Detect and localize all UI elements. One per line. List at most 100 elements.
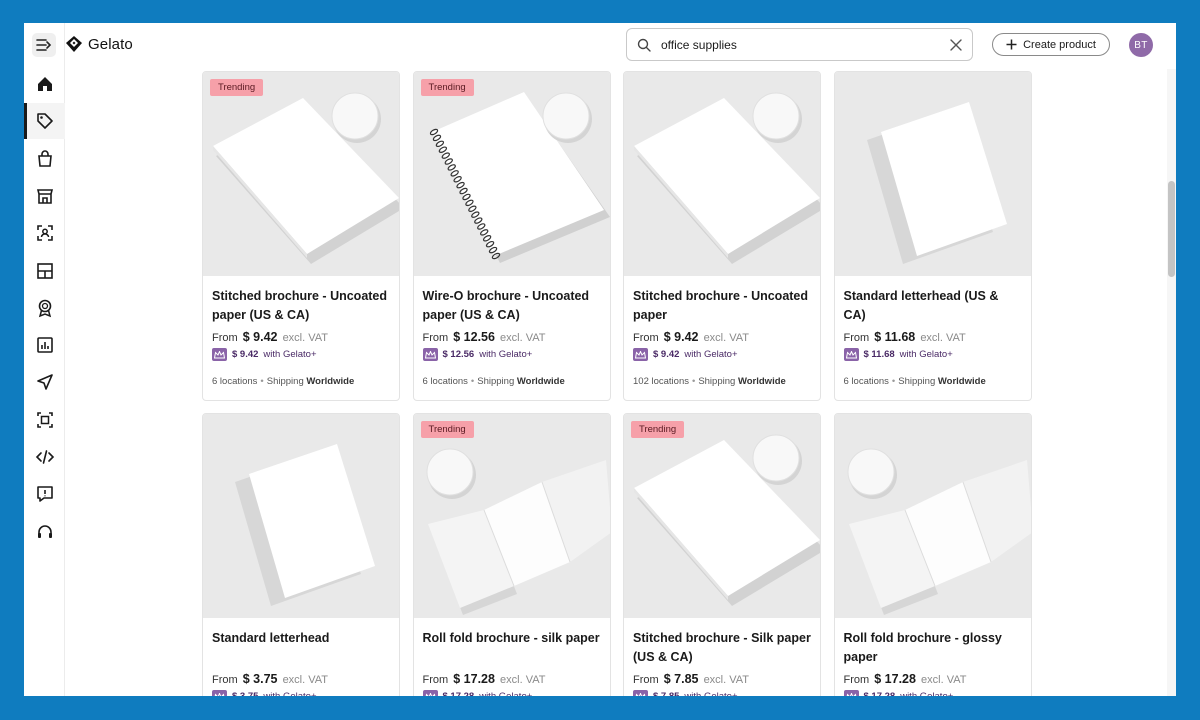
menu-collapse-icon xyxy=(36,39,52,51)
scrollbar-thumb[interactable] xyxy=(1168,181,1175,277)
vat-label: excl. VAT xyxy=(500,332,546,344)
with-gelato-label: with Gelato+ xyxy=(479,691,532,696)
price-line: From $ 11.68 excl. VAT xyxy=(844,330,1022,344)
price-line: From $ 3.75 excl. VAT xyxy=(212,672,390,686)
crown-icon xyxy=(212,348,227,361)
scrollbar[interactable] xyxy=(1167,69,1176,696)
sidebar-item-analytics[interactable] xyxy=(24,327,65,363)
price-line: From $ 17.28 excl. VAT xyxy=(844,672,1022,686)
sidebar-item-store[interactable] xyxy=(24,178,65,214)
code-icon xyxy=(35,450,54,464)
product-price: $ 7.85 xyxy=(663,672,699,686)
gelato-plus-price: $ 3.75 with Gelato+ xyxy=(212,690,390,696)
sticker-sample xyxy=(752,92,802,143)
trending-badge: Trending xyxy=(210,79,264,96)
trending-badge: Trending xyxy=(420,79,474,96)
gelato-plus-price: $ 17.28 with Gelato+ xyxy=(422,690,601,696)
product-card[interactable]: Trending Stitched brochure - Silk paper (… xyxy=(623,413,821,696)
plus-price: $ 3.75 xyxy=(232,691,258,696)
from-label: From xyxy=(843,332,870,344)
analytics-icon xyxy=(36,337,53,353)
sidebar-toggle-button[interactable] xyxy=(32,33,56,57)
plus-price: $ 7.85 xyxy=(653,691,679,696)
product-info: Roll fold brochure - silk paper From $ 17… xyxy=(414,618,610,696)
from-label: From xyxy=(633,332,659,344)
sidebar-item-frame[interactable] xyxy=(24,402,65,438)
crown-icon xyxy=(422,690,438,696)
product-image xyxy=(624,72,820,276)
locations-count: 6 locations xyxy=(843,376,889,387)
vat-label: excl. VAT xyxy=(282,332,328,344)
sidebar-item-send[interactable] xyxy=(24,364,65,400)
plus-price: $ 11.68 xyxy=(863,349,895,360)
plus-price: $ 9.42 xyxy=(653,349,680,360)
price-line: From $ 7.85 excl. VAT xyxy=(633,672,811,686)
headset-icon xyxy=(37,524,52,538)
user-avatar[interactable]: BT xyxy=(1129,33,1153,57)
sticker-sample xyxy=(752,434,802,485)
create-product-label: Create product xyxy=(1023,38,1096,51)
badge-icon xyxy=(38,299,51,318)
vat-label: excl. VAT xyxy=(703,332,749,344)
from-label: From xyxy=(212,332,238,344)
shipping-label: Shipping xyxy=(266,376,304,387)
gelato-plus-price: $ 12.56 with Gelato+ xyxy=(422,348,601,361)
search-icon xyxy=(637,38,651,52)
crown-icon xyxy=(212,690,227,696)
sidebar-item-shopping-bag[interactable] xyxy=(24,141,65,177)
product-card[interactable]: Stitched brochure - Uncoated paper From $… xyxy=(623,71,821,401)
product-info: Roll fold brochure - glossy paper From $ … xyxy=(835,618,1031,696)
product-card[interactable]: Trending Stitched brochure - Uncoated pap… xyxy=(202,71,400,401)
sidebar-item-user-scan[interactable] xyxy=(24,215,65,251)
shipping-meta: 102 locations • Shipping Worldwide xyxy=(633,376,786,387)
crown-icon xyxy=(843,690,859,696)
product-title: Stitched brochure - Silk paper (US & CA) xyxy=(633,631,811,664)
from-label: From xyxy=(422,332,449,344)
with-gelato-label: with Gelato+ xyxy=(684,691,737,696)
user-scan-icon xyxy=(36,225,53,241)
search-input[interactable] xyxy=(661,37,950,52)
product-card[interactable]: Standard letterhead (US & CA) From $ 11.6… xyxy=(833,71,1032,401)
crown-icon xyxy=(633,348,648,361)
sidebar-item-tag[interactable] xyxy=(24,103,65,140)
price-line: From $ 12.56 excl. VAT xyxy=(423,330,601,344)
with-gelato-label: with Gelato+ xyxy=(479,349,533,360)
product-title: Roll fold brochure - silk paper xyxy=(422,631,600,645)
sidebar-item-code[interactable] xyxy=(24,439,65,475)
gelato-plus-price: $ 7.85 with Gelato+ xyxy=(633,690,811,696)
shipping-label: Shipping xyxy=(898,376,936,387)
logo-text: Gelato xyxy=(88,35,133,53)
sidebar-item-layout[interactable] xyxy=(24,253,65,289)
layout-icon xyxy=(36,262,53,279)
product-image: Trending xyxy=(413,72,610,276)
product-card[interactable]: Standard letterhead From $ 3.75 excl. VAT… xyxy=(202,413,400,696)
product-card[interactable]: Roll fold brochure - glossy paper From $ … xyxy=(833,413,1032,696)
shipping-scope: Worldwide xyxy=(937,376,986,387)
product-info: Stitched brochure - Uncoated paper (US &… xyxy=(203,276,399,400)
feedback-icon xyxy=(36,486,53,503)
create-product-button[interactable]: Create product xyxy=(992,33,1110,56)
home-icon xyxy=(37,77,52,91)
product-title: Wire-O brochure - Uncoated paper (US & C… xyxy=(422,289,590,322)
vat-label: excl. VAT xyxy=(703,674,749,686)
product-card[interactable]: Trending Roll fold brochure - silk paper F… xyxy=(412,413,611,696)
shipping-meta: 6 locations • Shipping Worldwide xyxy=(212,376,355,387)
product-price: $ 3.75 xyxy=(242,672,278,686)
sidebar-item-headset[interactable] xyxy=(24,514,65,550)
price-line: From $ 9.42 excl. VAT xyxy=(212,330,390,344)
plus-price: $ 17.28 xyxy=(443,691,475,696)
product-card[interactable]: Trending Wire-O brochure - Uncoated paper… xyxy=(412,71,611,401)
sidebar-item-home[interactable] xyxy=(24,66,65,102)
search-bar[interactable] xyxy=(626,28,973,61)
trending-badge: Trending xyxy=(420,421,474,438)
sticker-sample xyxy=(331,92,381,143)
product-price: $ 17.28 xyxy=(453,672,495,686)
shipping-meta: 6 locations • Shipping Worldwide xyxy=(843,376,986,387)
sticker-sample xyxy=(847,448,897,499)
shopping-bag-icon xyxy=(37,149,52,167)
sidebar-item-feedback[interactable] xyxy=(24,476,65,512)
gelato-logo[interactable]: Gelato xyxy=(65,35,133,53)
sidebar-item-badge[interactable] xyxy=(24,290,65,326)
clear-search-icon[interactable] xyxy=(950,38,962,51)
send-icon xyxy=(36,374,53,391)
